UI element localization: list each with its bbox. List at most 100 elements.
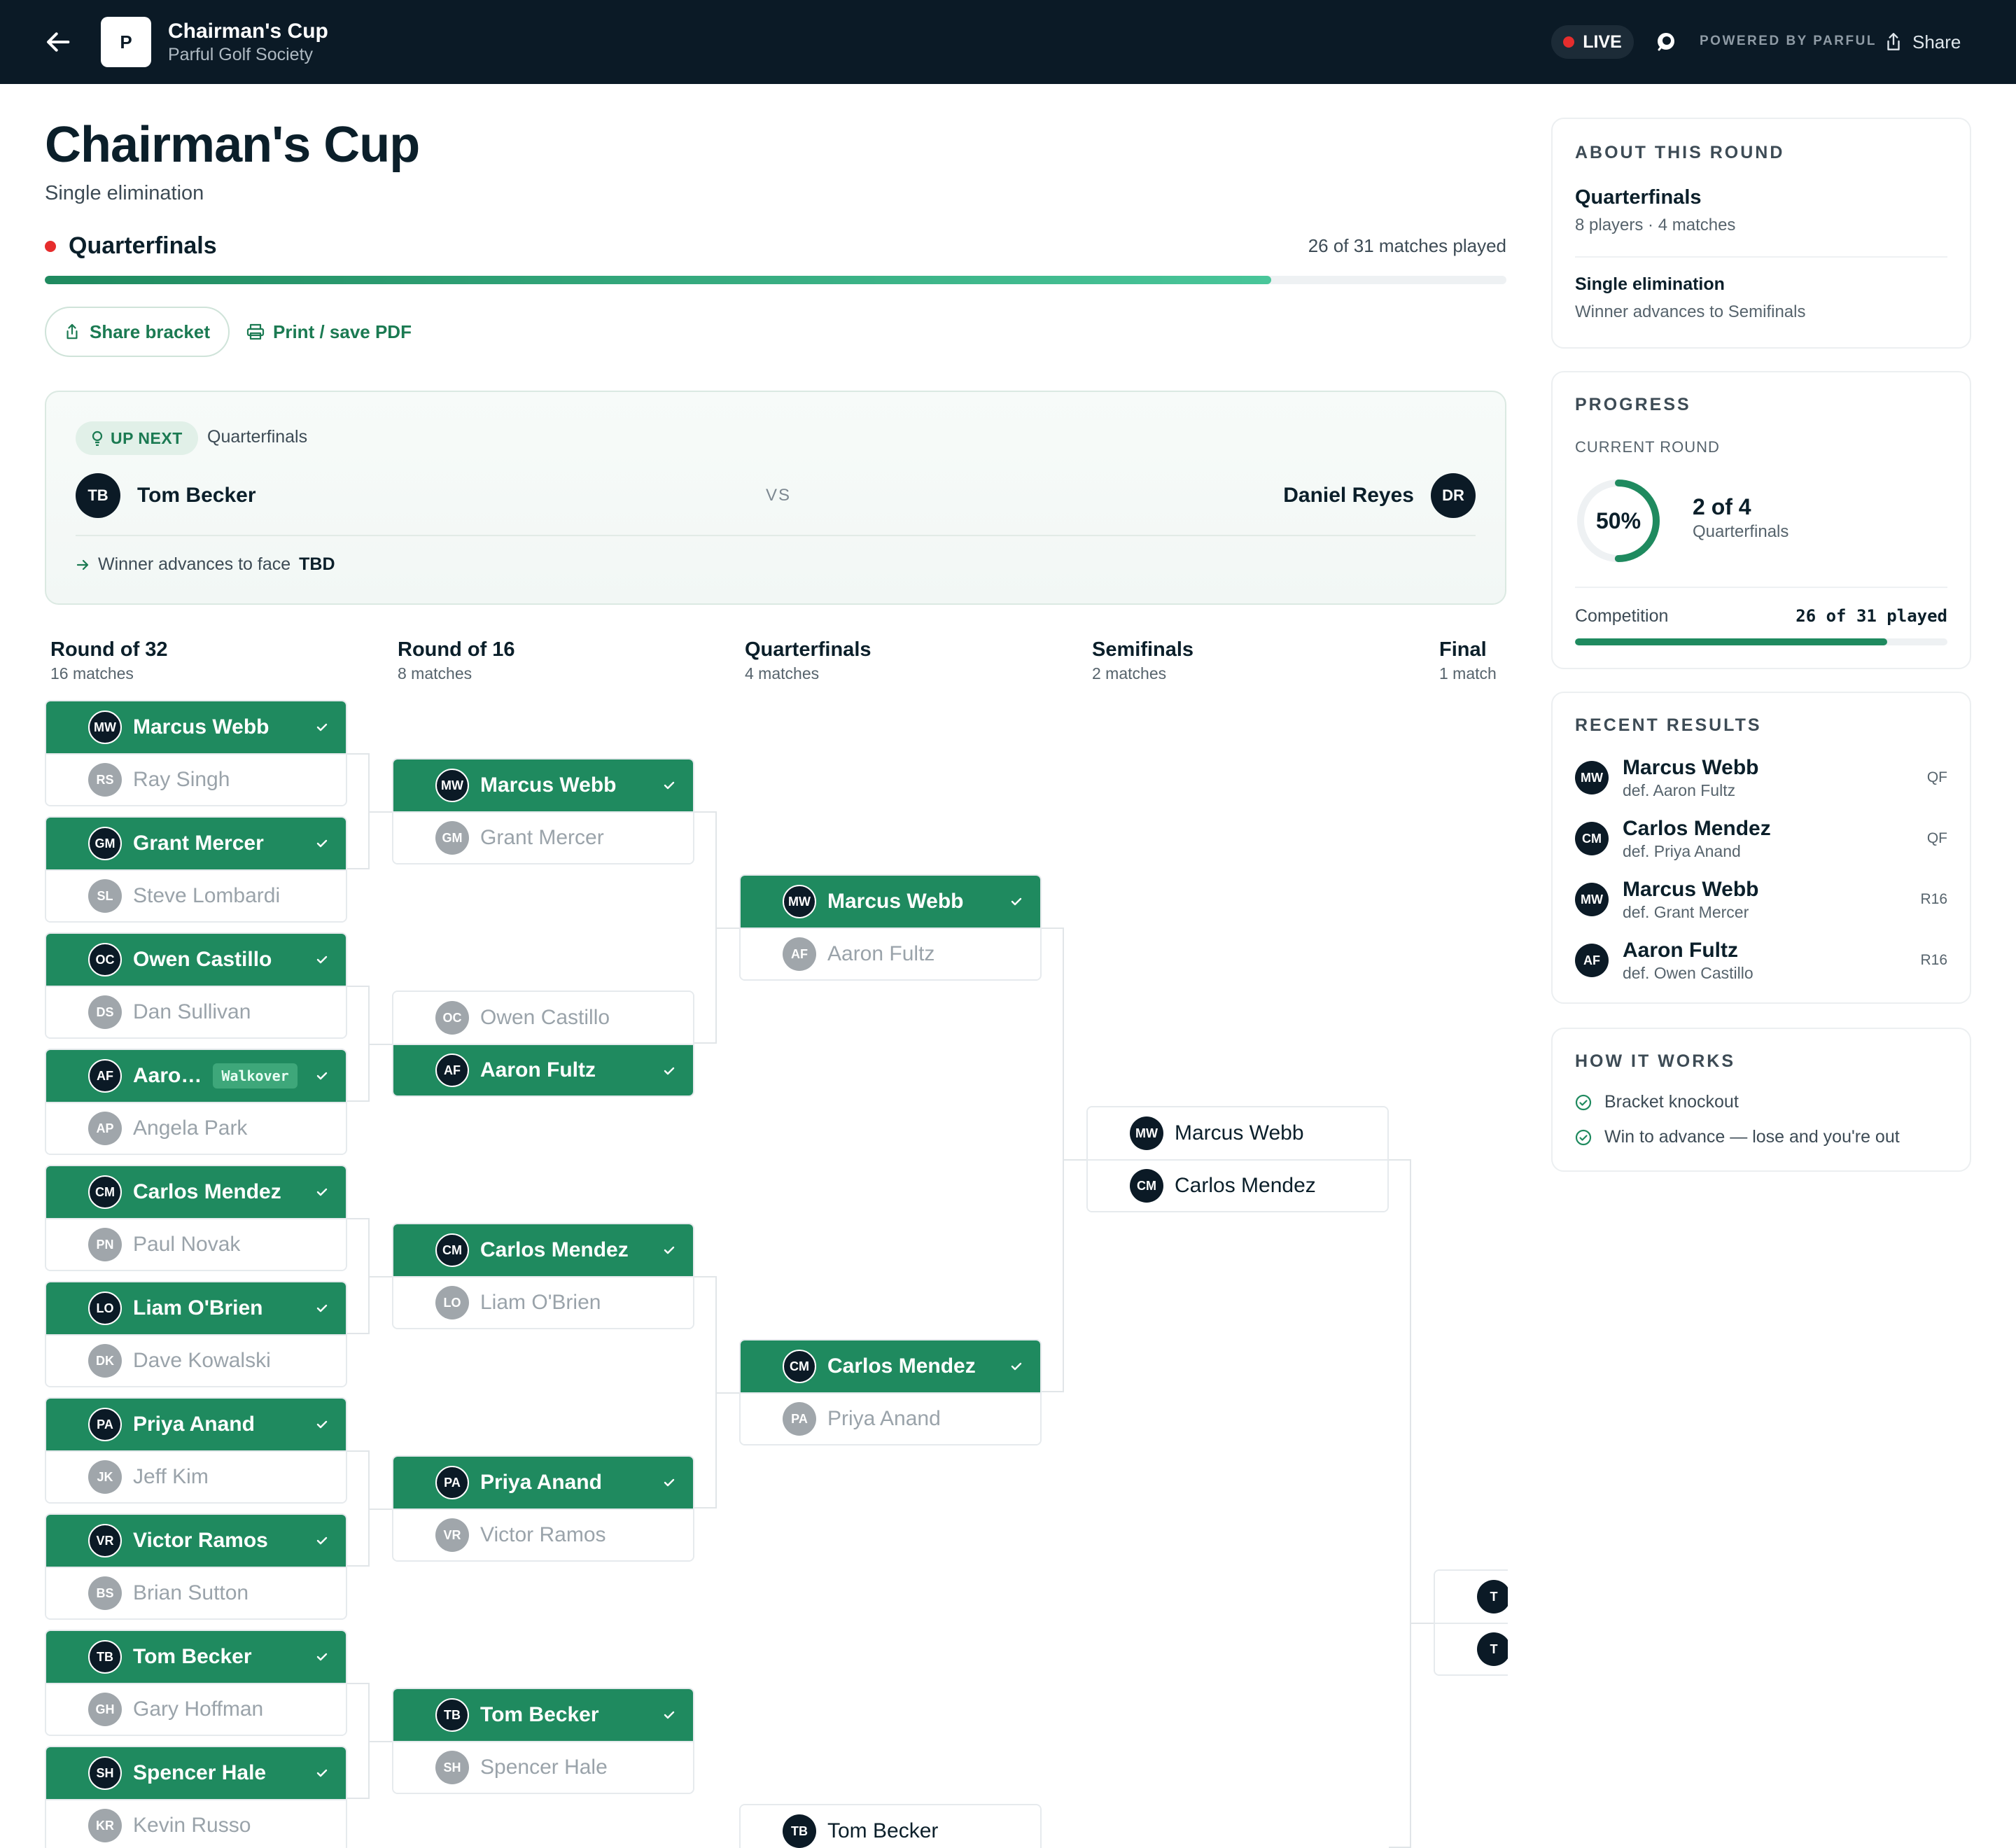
player-slot[interactable]: PA Priya Anand — [741, 1392, 1040, 1444]
player-slot[interactable]: DS Dan Sullivan — [46, 986, 346, 1037]
player-slot[interactable]: TB Tom Becker — [741, 1805, 1040, 1848]
player-slot[interactable]: BS Brian Sutton — [46, 1567, 346, 1618]
winner-slot[interactable]: MW Marcus Webb — [393, 760, 693, 811]
winner-slot[interactable]: TB Tom Becker — [46, 1631, 346, 1683]
bracket-connector — [1042, 927, 1064, 1392]
winner-slot[interactable]: CM Carlos Mendez — [46, 1166, 346, 1218]
share-bracket-button[interactable]: Share bracket — [45, 307, 230, 357]
player-slot[interactable]: RS Ray Singh — [46, 753, 346, 805]
avatar: TB — [783, 1814, 816, 1848]
player-slot[interactable]: AF Aaron Fultz — [741, 927, 1040, 979]
player-name: Tom Becker — [480, 1703, 599, 1726]
avatar: CM — [783, 1350, 816, 1383]
round-title: Final — [1439, 638, 1487, 661]
player-slot[interactable]: SH Spencer Hale — [393, 1741, 693, 1793]
bracket-match[interactable]: PA Priya Anand VR Victor Ramos — [392, 1455, 694, 1562]
winner-slot[interactable]: CM Carlos Mendez — [393, 1224, 693, 1276]
player-slot[interactable]: LO Liam O'Brien — [393, 1276, 693, 1328]
recent-result-item[interactable]: CM Carlos Mendez def. Priya Anand QF — [1575, 814, 1947, 863]
about-round-card: ABOUT THIS ROUND Quarterfinals 8 players… — [1551, 118, 1971, 349]
recent-result-item[interactable]: MW Marcus Webb def. Aaron Fultz QF — [1575, 753, 1947, 802]
player-slot[interactable]: GH Gary Hoffman — [46, 1683, 346, 1735]
bracket-match[interactable]: MW Marcus Webb RS Ray Singh — [45, 700, 347, 806]
winner-slot[interactable]: AF Aaro… Walkover — [46, 1050, 346, 1102]
winner-slot[interactable]: LO Liam O'Brien — [46, 1282, 346, 1334]
bracket-match[interactable]: TB Tom Becker SH Spencer Hale — [392, 1688, 694, 1794]
bracket-match[interactable]: OC Owen Castillo DS Dan Sullivan — [45, 932, 347, 1039]
bracket-match[interactable]: CM Carlos Mendez PN Paul Novak — [45, 1165, 347, 1271]
player-name: Carlos Mendez — [1175, 1174, 1316, 1197]
arrow-right-icon — [76, 559, 89, 570]
winner-slot[interactable]: AF Aaron Fultz — [393, 1044, 693, 1096]
player-slot[interactable]: GM Grant Mercer — [393, 811, 693, 863]
player-slot[interactable]: OC Owen Castillo — [393, 992, 693, 1044]
player-slot[interactable]: JK Jeff Kim — [46, 1450, 346, 1502]
back-arrow-icon[interactable] — [45, 28, 73, 56]
round-name: Quarterfinals — [1693, 522, 1789, 541]
bracket-match[interactable]: PA Priya Anand JK Jeff Kim — [45, 1397, 347, 1504]
winner-slot[interactable]: PA Priya Anand — [393, 1457, 693, 1508]
bracket-match[interactable]: MW Marcus Webb AF Aaron Fultz — [739, 874, 1042, 981]
bracket-match[interactable]: MW Marcus Webb GM Grant Mercer — [392, 758, 694, 864]
winner-slot[interactable]: MW Marcus Webb — [741, 876, 1040, 927]
bracket-connector — [370, 1508, 392, 1510]
bracket-connector — [347, 1683, 370, 1799]
player-name: Dan Sullivan — [133, 1000, 251, 1023]
winner-slot[interactable]: MW Marcus Webb — [46, 701, 346, 753]
player-slot[interactable]: SL Steve Lombardi — [46, 869, 346, 921]
recent-result-item[interactable]: AF Aaron Fultz def. Owen Castillo R16 — [1575, 936, 1947, 985]
winner-slot[interactable]: CM Carlos Mendez — [741, 1340, 1040, 1392]
up-next-player-1[interactable]: TB Tom Becker — [76, 473, 256, 518]
bracket-match[interactable]: OC Owen Castillo AF Aaron Fultz — [392, 990, 694, 1097]
bracket-match[interactable]: SH Spencer Hale KR Kevin Russo — [45, 1746, 347, 1848]
player-slot[interactable]: AP Angela Park — [46, 1102, 346, 1154]
winner-slot[interactable]: VR Victor Ramos — [46, 1515, 346, 1567]
player-slot[interactable]: KR Kevin Russo — [46, 1799, 346, 1848]
player-slot[interactable]: T — [1435, 1623, 1508, 1674]
format-label: Single elimination — [45, 182, 204, 204]
bracket-match[interactable]: LO Liam O'Brien DK Dave Kowalski — [45, 1281, 347, 1387]
player-slot[interactable]: PN Paul Novak — [46, 1218, 346, 1270]
avatar: OC — [88, 943, 122, 976]
bracket-match[interactable]: TT — [1434, 1569, 1508, 1676]
winner-slot[interactable]: GM Grant Mercer — [46, 818, 346, 869]
player-slot[interactable]: DK Dave Kowalski — [46, 1334, 346, 1386]
avatar: PA — [783, 1402, 816, 1436]
bracket-match[interactable]: GM Grant Mercer SL Steve Lombardi — [45, 816, 347, 923]
winner-slot[interactable]: TB Tom Becker — [393, 1689, 693, 1741]
advance-target: TBD — [299, 554, 335, 574]
check-icon — [316, 1653, 328, 1661]
round-title: Round of 32 — [50, 638, 168, 661]
player-slot[interactable]: VR Victor Ramos — [393, 1508, 693, 1560]
bracket-connector — [347, 753, 370, 869]
bracket-match[interactable]: TB Tom Becker GH Gary Hoffman — [45, 1630, 347, 1736]
player-slot[interactable]: T — [1435, 1571, 1508, 1623]
bracket-match[interactable]: CM Carlos Mendez LO Liam O'Brien — [392, 1223, 694, 1329]
bracket-match[interactable]: AF Aaro… Walkover AP Angela Park — [45, 1049, 347, 1155]
bracket-match[interactable]: MW Marcus Webb CM Carlos Mendez — [1086, 1106, 1389, 1212]
bracket-match[interactable]: VR Victor Ramos BS Brian Sutton — [45, 1513, 347, 1620]
player-name: Jeff Kim — [133, 1465, 209, 1488]
print-button[interactable]: Print / save PDF — [246, 318, 412, 346]
winner-slot[interactable]: PA Priya Anand — [46, 1399, 346, 1450]
bracket-connector — [347, 1218, 370, 1334]
share-button[interactable]: Share — [1884, 28, 1961, 56]
recent-result-item[interactable]: MW Marcus Webb def. Grant Mercer R16 — [1575, 875, 1947, 924]
winner-slot[interactable]: OC Owen Castillo — [46, 934, 346, 986]
up-next-player-2[interactable]: Daniel Reyes DR — [1283, 473, 1476, 518]
player-slot[interactable]: CM Carlos Mendez — [1088, 1159, 1387, 1211]
player-slot[interactable]: MW Marcus Webb — [1088, 1107, 1387, 1159]
lightbulb-icon — [92, 430, 103, 446]
check-icon — [664, 1711, 675, 1719]
player-name: Aaro… — [133, 1064, 202, 1087]
avatar: MW — [1575, 883, 1609, 916]
player-name: Aaron Fultz — [480, 1058, 596, 1082]
progress-fill — [45, 276, 1271, 284]
bracket-match[interactable]: CM Carlos Mendez PA Priya Anand — [739, 1339, 1042, 1446]
bracket-match[interactable]: TB Tom Becker — [739, 1804, 1042, 1848]
winner-slot[interactable]: SH Spencer Hale — [46, 1747, 346, 1799]
round-header: Quarterfinals 4 matches — [745, 638, 872, 683]
advance-info: Winner advances to face TBD — [76, 554, 335, 575]
winner-name: Marcus Webb — [1623, 755, 1759, 779]
avatar: AF — [1575, 944, 1609, 977]
